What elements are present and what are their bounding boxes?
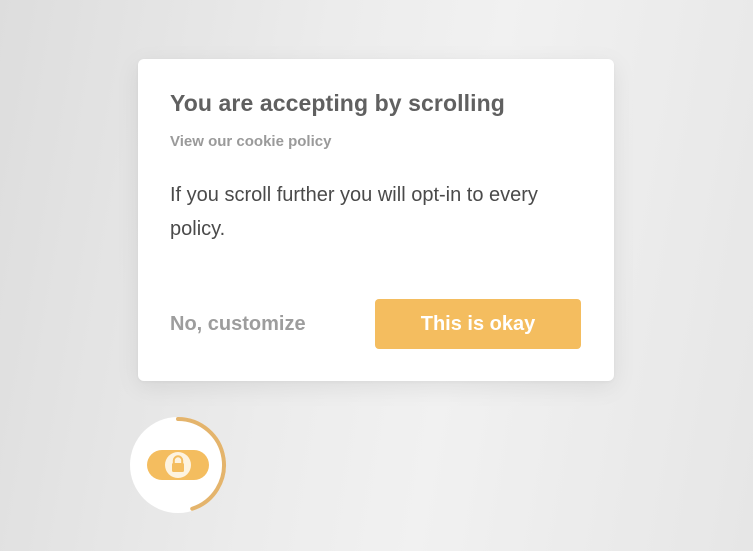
customize-button[interactable]: No, customize xyxy=(170,307,306,341)
toggle-switch[interactable] xyxy=(129,416,227,514)
dialog-message: If you scroll further you will opt-in to… xyxy=(170,184,538,240)
cookie-policy-link[interactable]: View our cookie policy xyxy=(170,133,331,150)
consent-toggle-widget[interactable] xyxy=(129,416,227,514)
dialog-title: You are accepting by scrolling xyxy=(170,90,505,116)
accept-button[interactable]: This is okay xyxy=(375,299,581,349)
cookie-consent-dialog: You are accepting by scrolling View our … xyxy=(138,59,614,381)
